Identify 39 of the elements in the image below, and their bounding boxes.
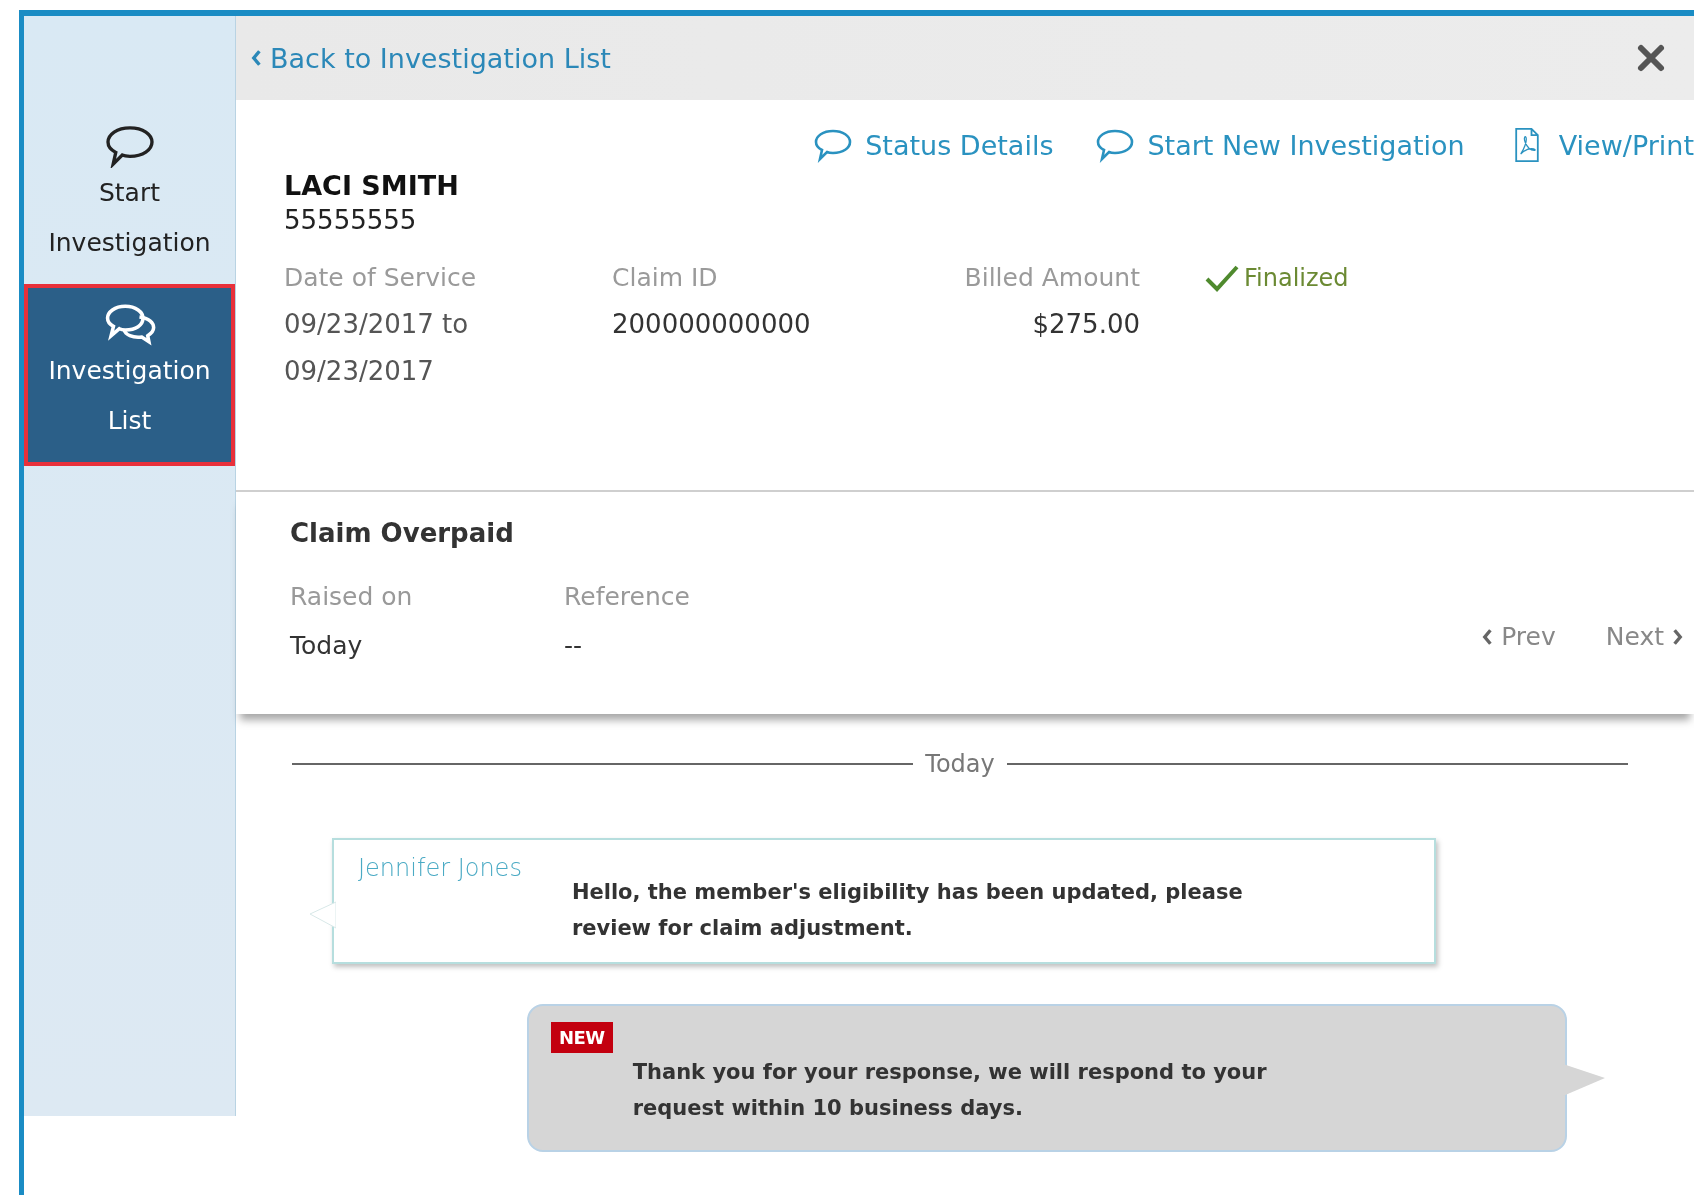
field-label: Raised on bbox=[290, 581, 414, 613]
action-link[interactable]: Status Details bbox=[813, 127, 1054, 163]
field-label: Claim ID bbox=[612, 262, 719, 294]
field-label: Date of Service bbox=[284, 262, 478, 294]
field-value: 09/23/2017 to 09/23/2017 bbox=[284, 308, 470, 388]
chevron-right-icon bbox=[1672, 627, 1684, 646]
close-icon[interactable] bbox=[1636, 43, 1666, 73]
prev-link[interactable]: Prev bbox=[1481, 622, 1556, 651]
check-icon bbox=[1204, 263, 1240, 293]
message-author: Jennifer Jones bbox=[358, 854, 522, 884]
date-divider-label: Today bbox=[925, 750, 995, 778]
chevron-left-icon bbox=[250, 49, 262, 67]
field-value: -- bbox=[564, 630, 584, 662]
field-label: Reference bbox=[564, 581, 691, 613]
field-label: Billed Amount bbox=[963, 262, 1140, 294]
message-text: Thank you for your response, we will respond to your request within 10 business days. bbox=[632, 1059, 1268, 1122]
speech-bubble-icon bbox=[813, 127, 854, 163]
message-text: Hello, the member's eligibility has been updated, please review for claim adjustment. bbox=[571, 879, 1244, 942]
member-name: LACI SMITH bbox=[284, 170, 460, 201]
speech-bubble-icon bbox=[103, 124, 156, 168]
status-label: Finalized bbox=[1244, 264, 1349, 292]
action-label[interactable]: Status Details bbox=[865, 129, 1054, 161]
new-badge: NEW bbox=[551, 1022, 613, 1053]
field-value: 200000000000 bbox=[612, 308, 812, 341]
speech-bubbles-icon bbox=[103, 302, 156, 346]
action-link[interactable]: View/Print bbox=[1506, 127, 1694, 163]
member-id: 55555555 bbox=[284, 205, 418, 235]
back-link[interactable]: Back to Investigation List bbox=[250, 42, 611, 74]
chevron-left-icon bbox=[1481, 627, 1494, 646]
speech-bubble-icon bbox=[1095, 127, 1136, 163]
action-link[interactable]: Start New Investigation bbox=[1095, 127, 1465, 163]
investigation-title: Claim Overpaid bbox=[290, 518, 515, 548]
action-label[interactable]: View/Print bbox=[1558, 129, 1694, 161]
next-link[interactable]: Next bbox=[1605, 622, 1684, 651]
sidebar-item[interactable]: Investigation List bbox=[24, 284, 235, 466]
action-label[interactable]: Start New Investigation bbox=[1147, 129, 1465, 161]
field-value: Today bbox=[290, 630, 364, 662]
field-value: $275.00 bbox=[1031, 308, 1140, 341]
sidebar-item[interactable]: Start Investigation bbox=[24, 108, 235, 278]
